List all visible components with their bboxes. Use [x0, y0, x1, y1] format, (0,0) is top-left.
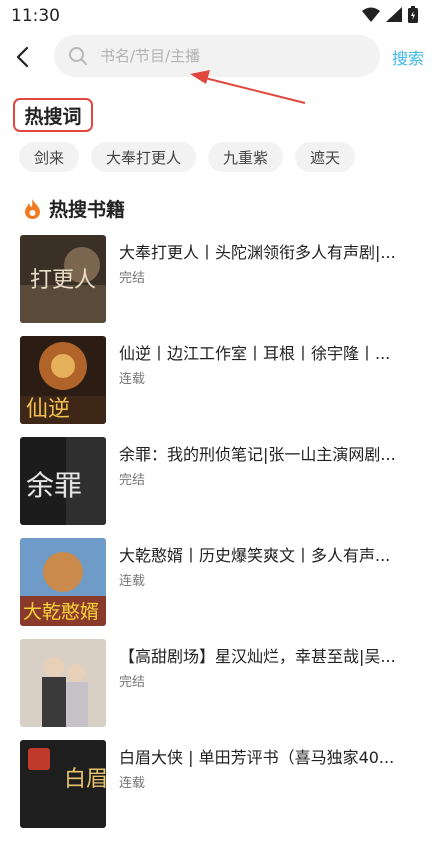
hot-books-title: 热搜书籍: [49, 199, 126, 221]
book-title: 【高甜剧场】星汉灿烂，幸甚至哉|吴...: [119, 647, 396, 666]
status-bar: 11:30: [0, 0, 444, 32]
book-cover: 白眉: [20, 740, 106, 828]
book-item[interactable]: 【高甜剧场】星汉灿烂，幸甚至哉|吴... 完结: [20, 639, 424, 740]
book-title: 大奉打更人丨头陀渊领衔多人有声剧|...: [119, 243, 396, 262]
book-cover: [20, 639, 106, 727]
book-cover-text: 仙逆: [26, 397, 70, 422]
book-cover-text: 打更人: [30, 268, 96, 293]
book-item[interactable]: 仙逆 仙逆丨边江工作室丨耳根丨徐宇隆丨... 连载: [20, 336, 424, 437]
battery-icon: [408, 6, 418, 27]
book-status: 完结: [119, 271, 146, 286]
wifi-icon: [362, 7, 380, 26]
book-status: 完结: [119, 675, 146, 690]
search-input[interactable]: [98, 46, 362, 66]
hot-word-chip[interactable]: 大奉打更人: [91, 142, 197, 172]
book-cover: 仙逆: [20, 336, 106, 424]
back-button[interactable]: [10, 42, 34, 72]
book-cover: 大乾憨婿: [20, 538, 106, 626]
hot-words-title: 热搜词: [13, 98, 93, 132]
signal-icon: [386, 7, 402, 26]
chevron-left-icon: [16, 46, 29, 68]
hot-word-chip[interactable]: 剑来: [19, 142, 80, 172]
book-item[interactable]: 余罪 余罪：我的刑侦笔记|张一山主演网剧... 完结: [20, 437, 424, 538]
book-list: 打更人 大奉打更人丨头陀渊领衔多人有声剧|... 完结 仙逆 仙逆丨边江工作室丨…: [20, 235, 424, 841]
book-item[interactable]: 白眉 白眉大侠 | 单田芳评书（喜马独家40... 连载: [20, 740, 424, 841]
book-title: 大乾憨婿丨历史爆笑爽文丨多人有声...: [119, 546, 391, 565]
book-cover: 余罪: [20, 437, 106, 525]
status-time: 11:30: [11, 6, 60, 26]
book-status: 完结: [119, 473, 146, 488]
book-item[interactable]: 大乾憨婿 大乾憨婿丨历史爆笑爽文丨多人有声... 连载: [20, 538, 424, 639]
book-status: 连载: [119, 372, 146, 387]
book-status: 连载: [119, 574, 146, 589]
hot-books-header: 热搜书籍: [24, 195, 125, 222]
status-icons: [362, 6, 418, 27]
book-status: 连载: [119, 776, 146, 791]
flame-icon: [25, 198, 40, 219]
book-title: 余罪：我的刑侦笔记|张一山主演网剧...: [119, 445, 396, 464]
book-cover: 打更人: [20, 235, 106, 323]
hot-word-chip[interactable]: 九重紫: [208, 142, 284, 172]
book-cover-text: 白眉: [64, 767, 106, 792]
book-cover-text: 余罪: [26, 469, 82, 502]
book-cover-text: 大乾憨婿: [23, 601, 99, 623]
book-item[interactable]: 打更人 大奉打更人丨头陀渊领衔多人有声剧|... 完结: [20, 235, 424, 336]
hot-words-chips: 剑来 大奉打更人 九重紫 遮天: [19, 142, 356, 172]
top-bar: 搜索: [0, 32, 444, 82]
book-title: 仙逆丨边江工作室丨耳根丨徐宇隆丨...: [119, 344, 391, 363]
search-icon: [69, 47, 87, 65]
book-title: 白眉大侠 | 单田芳评书（喜马独家40...: [119, 748, 395, 767]
hot-word-chip[interactable]: 遮天: [295, 142, 356, 172]
search-button[interactable]: 搜索: [392, 45, 424, 69]
search-box[interactable]: [54, 35, 380, 77]
